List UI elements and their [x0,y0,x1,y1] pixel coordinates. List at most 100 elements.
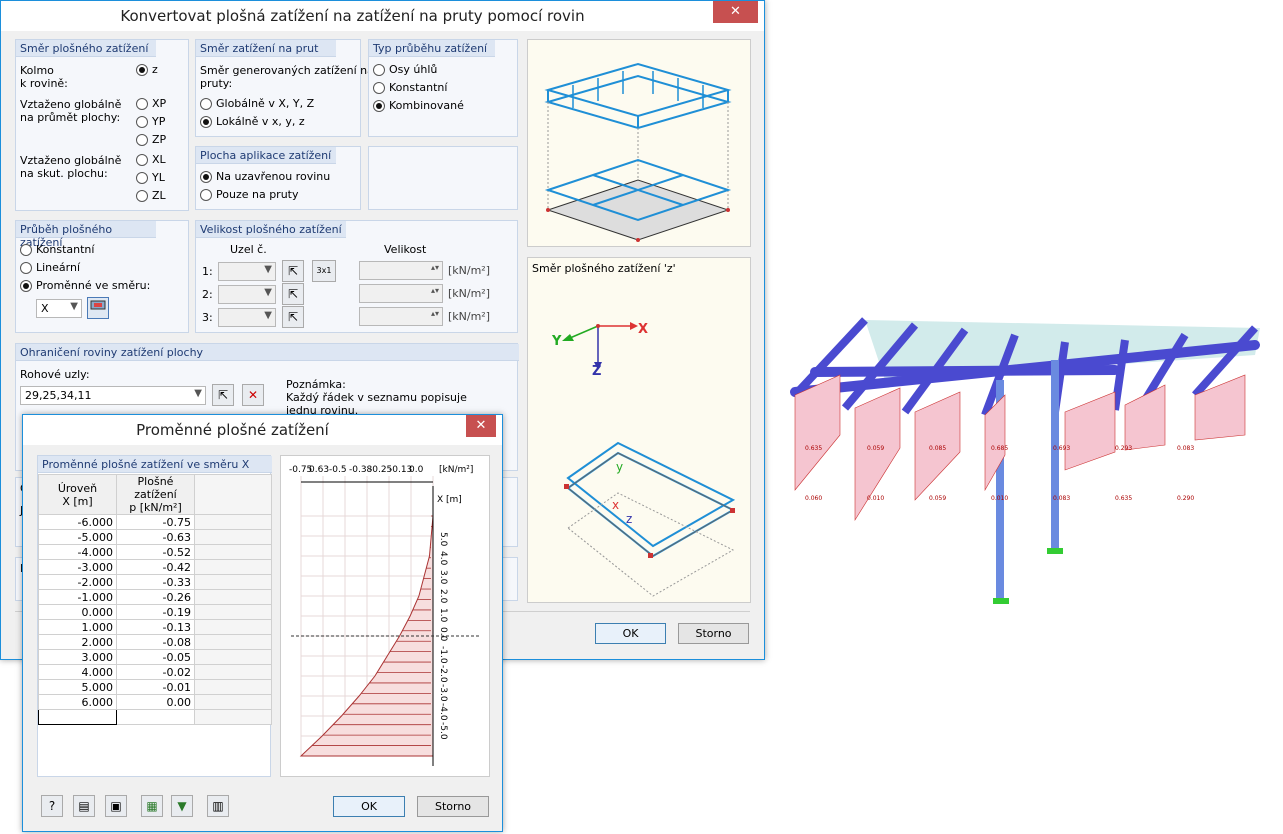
radio-closed-plane[interactable] [200,171,212,183]
radio-yp[interactable] [136,116,148,128]
radio-linear-label: Lineární [36,261,81,274]
radio-combined[interactable] [373,100,385,112]
level-cell[interactable]: 1.000 [38,619,117,635]
radio-local[interactable] [200,116,212,128]
radio-angle-axes[interactable] [373,64,385,76]
table-row[interactable]: -4.000 -0.52 [38,544,272,560]
radio-constant[interactable] [20,244,32,256]
level-cell[interactable]: 4.000 [38,664,117,680]
level-cell[interactable]: -2.000 [38,574,117,590]
level-cell[interactable]: -5.000 [38,529,117,545]
radio-linear[interactable] [20,262,32,274]
load-cell[interactable]: -0.42 [116,559,195,575]
cancel-button[interactable]: Storno [678,623,749,644]
radio-xl[interactable] [136,154,148,166]
table-row[interactable]: 0.000 -0.19 [38,604,272,620]
note-line-1: Každý řádek v seznamu popisuje [286,391,467,404]
radio-zl[interactable] [136,190,148,202]
radio-variable[interactable] [20,280,32,292]
pick-node-2-button[interactable]: ⇱ [282,283,304,305]
load-cell[interactable]: -0.52 [116,544,195,560]
save-button[interactable]: ▣ [105,795,127,817]
load-cell[interactable]: -0.63 [116,529,195,545]
table-row[interactable]: -2.000 -0.33 [38,574,272,590]
close-button[interactable]: ✕ [466,415,496,437]
edit-variable-load-button[interactable] [87,297,109,319]
pick-node-1-button[interactable]: ⇱ [282,260,304,282]
radio-global[interactable] [200,98,212,110]
model-value-label: 0.290 [1177,495,1194,502]
open-button[interactable]: ▤ [73,795,95,817]
pick-three-nodes-button[interactable]: 3x1 [312,260,336,282]
level-cell[interactable]: -4.000 [38,544,117,560]
magnitude-2-input[interactable]: ▴▾ [359,284,443,303]
table-row[interactable]: -5.000 -0.63 [38,529,272,545]
variable-axis-select[interactable]: X ▼ [36,299,82,318]
load-cell[interactable]: -0.33 [116,574,195,590]
node-2-select[interactable]: ▼ [218,285,276,304]
level-cell[interactable]: 5.000 [38,679,117,695]
load-cell[interactable]: -0.05 [116,649,195,665]
load-cell[interactable]: 0.00 [116,694,195,710]
magnitude-3-input[interactable]: ▴▾ [359,307,443,326]
corner-nodes-select[interactable]: 29,25,34,11 ▼ [20,386,206,405]
calculator-button[interactable]: ▥ [207,795,229,817]
pick-node-3-button[interactable]: ⇱ [282,306,304,328]
chevron-down-icon: ▼ [264,287,272,298]
load-cell[interactable]: -0.02 [116,664,195,680]
proj-label-2: na průmět plochy: [20,111,121,124]
import-excel-button[interactable]: ▼ [171,795,193,817]
table-row[interactable]: 3.000 -0.05 [38,649,272,665]
level-cell[interactable]: -3.000 [38,559,117,575]
pick-corner-nodes-button[interactable]: ⇱ [212,384,234,406]
load-cell[interactable]: -0.26 [116,589,195,605]
table-row[interactable]: 2.000 -0.08 [38,634,272,650]
radio-zp[interactable] [136,134,148,146]
radio-constant-type[interactable] [373,82,385,94]
radio-z[interactable] [136,64,148,76]
table-row[interactable]: -1.000 -0.26 [38,589,272,605]
level-cell[interactable]: 3.000 [38,649,117,665]
variable-load-table: Úroveň X [m] Plošné zatížení p [kN/m²] -… [38,474,272,725]
table-row[interactable]: -3.000 -0.42 [38,559,272,575]
help-button[interactable]: ? [41,795,63,817]
table-row-new[interactable] [38,709,272,725]
new-load-cell[interactable] [116,709,195,725]
node-3-select[interactable]: ▼ [218,308,276,327]
radio-zl-label: ZL [152,189,166,202]
dialog-title: Proměnné plošné zatížení [136,421,329,439]
table-row[interactable]: -6.000 -0.75 [38,514,272,530]
load-application-area-group: Plocha aplikace zatížení Na uzavřenou ro… [195,146,361,210]
level-cell[interactable]: -6.000 [38,514,117,530]
empty-cell [194,574,272,590]
load-cell[interactable]: -0.08 [116,634,195,650]
level-cell[interactable]: 0.000 [38,604,117,620]
node-1-select[interactable]: ▼ [218,262,276,281]
level-cell[interactable]: 2.000 [38,634,117,650]
ok-button[interactable]: OK [595,623,666,644]
excel-import-icon: ▼ [177,799,187,813]
radio-xp[interactable] [136,98,148,110]
close-button[interactable]: ✕ [713,1,758,23]
level-cell[interactable]: 6.000 [38,694,117,710]
level-cell[interactable]: -1.000 [38,589,117,605]
load-cell[interactable]: -0.13 [116,619,195,635]
new-level-cell[interactable] [38,709,117,725]
radio-yl[interactable] [136,172,148,184]
ok-button[interactable]: OK [333,796,405,817]
load-cell[interactable]: -0.19 [116,604,195,620]
table-row[interactable]: 1.000 -0.13 [38,619,272,635]
variable-load-chart: -0.750.63 -0.5 -0.38-0.25-0.130.0 [kN/m²]X … [289,465,481,766]
table-row[interactable]: 6.000 0.00 [38,694,272,710]
radio-members-only[interactable] [200,189,212,201]
export-excel-button[interactable]: ▦ [141,795,163,817]
magnitude-1-input[interactable]: ▴▾ [359,261,443,280]
radio-closed-plane-label: Na uzavřenou rovinu [216,170,331,183]
cancel-button[interactable]: Storno [417,796,489,817]
table-row[interactable]: 4.000 -0.02 [38,664,272,680]
table-row[interactable]: 5.000 -0.01 [38,679,272,695]
load-cell[interactable]: -0.75 [116,514,195,530]
load-cell[interactable]: -0.01 [116,679,195,695]
delete-corner-nodes-button[interactable]: ✕ [242,384,264,406]
side-tick-label: 0.0 [438,627,448,642]
